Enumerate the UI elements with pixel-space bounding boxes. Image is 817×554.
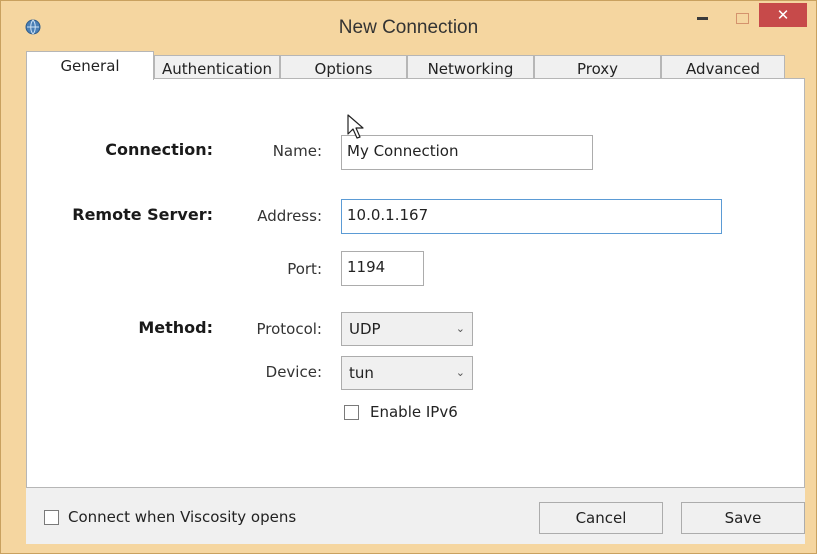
maximize-icon [735, 13, 749, 24]
protocol-label: Protocol: [256, 320, 322, 338]
name-input[interactable]: My Connection [341, 135, 593, 170]
address-label: Address: [257, 207, 322, 225]
port-input[interactable]: 1194 [341, 251, 424, 286]
connection-section-label: Connection: [105, 140, 213, 159]
chevron-down-icon: ⌄ [455, 322, 465, 335]
device-value: tun [349, 364, 374, 382]
tab-networking[interactable]: Networking [407, 55, 534, 79]
minimize-icon [696, 17, 708, 20]
tab-authentication[interactable]: Authentication [154, 55, 280, 79]
tab-general[interactable]: General [26, 51, 154, 80]
device-select[interactable]: tun ⌄ [341, 356, 473, 390]
tab-proxy[interactable]: Proxy [534, 55, 661, 79]
chevron-down-icon: ⌄ [455, 366, 465, 379]
title-bar[interactable]: New Connection ✕ [1, 1, 816, 51]
dialog-footer: Connect when Viscosity opens Cancel Save [26, 488, 805, 544]
method-section-label: Method: [138, 318, 213, 337]
device-label: Device: [265, 363, 322, 381]
remote-server-section-label: Remote Server: [72, 205, 213, 224]
close-icon: ✕ [776, 6, 790, 24]
protocol-value: UDP [349, 320, 381, 338]
tab-advanced[interactable]: Advanced [661, 55, 785, 79]
connect-on-open-label[interactable]: Connect when Viscosity opens [68, 508, 296, 526]
address-input[interactable]: 10.0.1.167 [341, 199, 722, 234]
protocol-select[interactable]: UDP ⌄ [341, 312, 473, 346]
mouse-pointer-icon [347, 114, 364, 139]
name-label: Name: [272, 142, 322, 160]
cancel-button[interactable]: Cancel [539, 502, 663, 534]
minimize-button[interactable] [687, 3, 717, 33]
general-panel: Connection: Name: My Connection Remote S… [26, 78, 805, 488]
maximize-button[interactable] [727, 3, 757, 33]
close-button[interactable]: ✕ [759, 3, 807, 27]
port-label: Port: [287, 260, 322, 278]
tab-options[interactable]: Options [280, 55, 407, 79]
new-connection-window: New Connection ✕ General Authentication … [0, 0, 817, 554]
enable-ipv6-label[interactable]: Enable IPv6 [370, 403, 458, 421]
save-button[interactable]: Save [681, 502, 805, 534]
enable-ipv6-checkbox[interactable] [344, 405, 359, 420]
connect-on-open-checkbox[interactable] [44, 510, 59, 525]
